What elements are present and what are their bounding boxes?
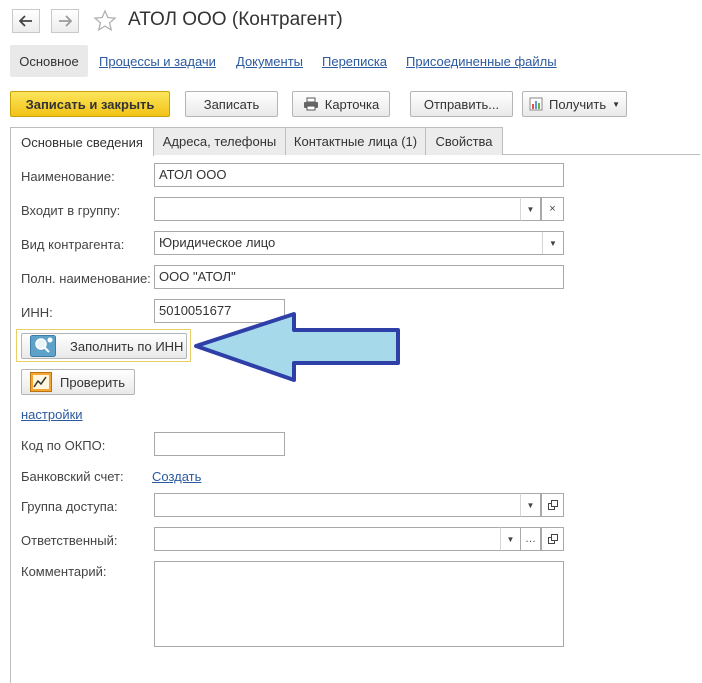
kind-label: Вид контрагента: xyxy=(21,237,125,252)
fill-by-inn-button[interactable]: Заполнить по ИНН xyxy=(21,333,187,359)
nav-link-processes[interactable]: Процессы и задачи xyxy=(99,54,216,69)
save-label: Записать xyxy=(203,96,260,112)
open-window-icon xyxy=(547,500,558,510)
check-label: Проверить xyxy=(60,374,126,390)
inn-label: ИНН: xyxy=(21,305,53,320)
comment-textarea[interactable] xyxy=(154,561,564,647)
settings-link[interactable]: настройки xyxy=(21,407,83,422)
create-bank-account-link[interactable]: Создать xyxy=(152,469,201,484)
group-field[interactable] xyxy=(154,197,541,221)
access-group-field[interactable] xyxy=(154,493,541,517)
card-button[interactable]: Карточка xyxy=(292,91,390,117)
access-group-open-button[interactable] xyxy=(541,493,564,517)
tab-contacts[interactable]: Контактные лица (1) xyxy=(285,127,426,155)
get-label: Получить xyxy=(548,96,607,112)
printer-icon xyxy=(303,97,318,111)
save-button[interactable]: Записать xyxy=(185,91,278,117)
pointer-arrow xyxy=(194,312,400,382)
check-button[interactable]: Проверить xyxy=(21,369,135,395)
fullname-label: Полн. наименование: xyxy=(21,271,151,286)
responsible-label: Ответственный: xyxy=(21,533,118,548)
tab-addresses[interactable]: Адреса, телефоны xyxy=(153,127,286,155)
panel-border xyxy=(10,155,11,683)
favorite-star-icon[interactable] xyxy=(93,9,117,36)
clear-x-icon: × xyxy=(549,203,556,215)
bank-label: Банковский счет: xyxy=(21,469,124,484)
access-group-dropdown-button[interactable]: ▼ xyxy=(520,493,541,517)
open-window-icon xyxy=(547,534,558,544)
card-label: Карточка xyxy=(324,96,380,112)
kind-select[interactable]: Юридическое лицо xyxy=(154,231,564,255)
search-person-icon xyxy=(30,335,56,357)
chevron-down-icon: ▼ xyxy=(526,500,535,510)
fullname-field[interactable]: ООО "АТОЛ" xyxy=(154,265,564,289)
responsible-field[interactable] xyxy=(154,527,520,551)
page-title: АТОЛ ООО (Контрагент) xyxy=(128,9,343,30)
arrow-right-icon xyxy=(59,15,72,27)
access-group-label: Группа доступа: xyxy=(21,499,118,514)
report-chart-icon xyxy=(529,97,543,111)
nav-link-correspondence[interactable]: Переписка xyxy=(322,54,387,69)
nav-link-attached-files[interactable]: Присоединенные файлы xyxy=(406,54,557,69)
responsible-dropdown-button[interactable]: ▼ xyxy=(500,527,521,551)
chevron-down-icon: ▼ xyxy=(549,238,557,248)
group-label: Входит в группу: xyxy=(21,203,121,218)
chevron-down-icon: ▼ xyxy=(612,99,621,109)
back-button[interactable] xyxy=(12,9,40,33)
arrow-left-icon xyxy=(19,15,32,27)
tab-properties[interactable]: Свойства xyxy=(425,127,503,155)
chart-check-icon xyxy=(30,372,52,392)
chevron-down-icon: ▼ xyxy=(526,204,535,214)
nav-main[interactable]: Основное xyxy=(10,45,88,77)
okpo-field[interactable] xyxy=(154,432,285,456)
send-button[interactable]: Отправить... xyxy=(410,91,513,117)
fill-by-inn-label: Заполнить по ИНН xyxy=(70,338,184,354)
chevron-down-icon: ▼ xyxy=(506,534,515,544)
responsible-select-button[interactable]: … xyxy=(520,527,541,551)
save-and-close-label: Записать и закрыть xyxy=(25,96,155,112)
forward-button[interactable] xyxy=(51,9,79,33)
okpo-label: Код по ОКПО: xyxy=(21,438,106,453)
tab-main-info[interactable]: Основные сведения xyxy=(10,127,154,156)
responsible-open-button[interactable] xyxy=(541,527,564,551)
kind-dropdown-button[interactable]: ▼ xyxy=(542,232,563,254)
group-clear-button[interactable]: × xyxy=(541,197,564,221)
send-label: Отправить... xyxy=(423,96,500,112)
ellipsis-icon: … xyxy=(525,533,536,545)
get-button[interactable]: Получить ▼ xyxy=(522,91,627,117)
group-dropdown-button[interactable]: ▼ xyxy=(520,197,541,221)
nav-link-documents[interactable]: Документы xyxy=(236,54,303,69)
save-and-close-button[interactable]: Записать и закрыть xyxy=(10,91,170,117)
comment-label: Комментарий: xyxy=(21,564,107,579)
name-field[interactable]: АТОЛ ООО xyxy=(154,163,564,187)
name-label: Наименование: xyxy=(21,169,115,184)
